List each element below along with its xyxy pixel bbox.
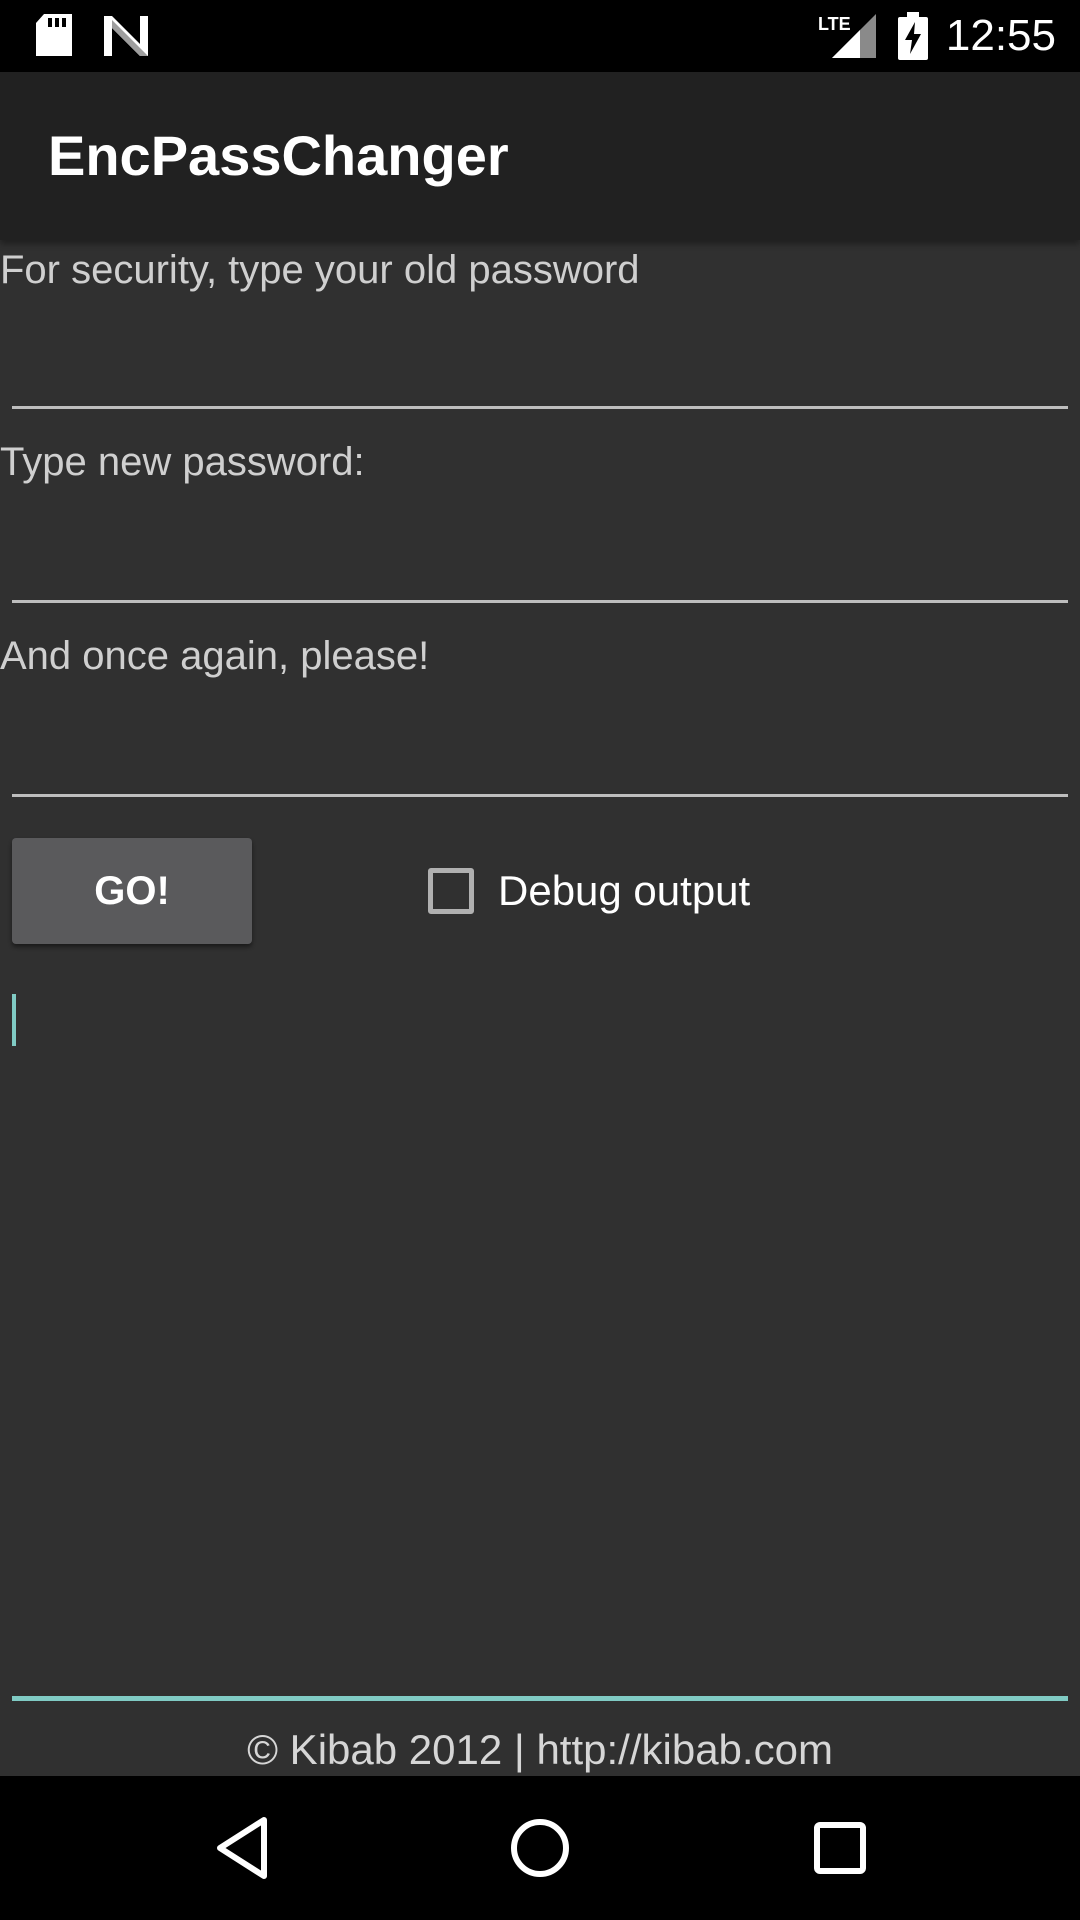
recents-icon[interactable] bbox=[760, 1776, 920, 1920]
footer-copyright: © Kibab 2012 | http://kibab.com bbox=[247, 1726, 833, 1773]
debug-output-checkbox[interactable]: Debug output bbox=[428, 864, 750, 918]
text-cursor bbox=[12, 994, 16, 1046]
checkbox-icon[interactable] bbox=[428, 868, 474, 914]
app-bar: EncPassChanger bbox=[0, 72, 1080, 240]
new-password-input[interactable] bbox=[12, 528, 1068, 603]
back-icon[interactable] bbox=[162, 1776, 322, 1920]
go-button[interactable]: GO! bbox=[12, 838, 252, 944]
sd-card-icon bbox=[36, 14, 72, 61]
battery-charging-icon bbox=[898, 12, 928, 65]
confirm-password-input[interactable] bbox=[12, 722, 1068, 797]
lte-signal-icon: LTE bbox=[818, 12, 876, 63]
old-password-input[interactable] bbox=[12, 334, 1068, 409]
output-text-area[interactable] bbox=[12, 990, 1068, 1701]
nav-bar bbox=[0, 1776, 1080, 1920]
debug-output-label: Debug output bbox=[498, 867, 751, 914]
home-icon[interactable] bbox=[460, 1776, 620, 1920]
screen: LTE 12:55 EncPassChanger For security, t… bbox=[0, 0, 1080, 1920]
new-password-label: Type new password: bbox=[0, 440, 365, 484]
status-clock: 12:55 bbox=[945, 11, 1056, 60]
old-password-label: For security, type your old password bbox=[0, 248, 640, 292]
status-bar: LTE 12:55 bbox=[0, 0, 1080, 72]
n-logo-icon bbox=[104, 16, 148, 61]
svg-text:LTE: LTE bbox=[818, 14, 851, 34]
confirm-password-label: And once again, please! bbox=[0, 634, 430, 678]
app-title: EncPassChanger bbox=[48, 124, 509, 187]
